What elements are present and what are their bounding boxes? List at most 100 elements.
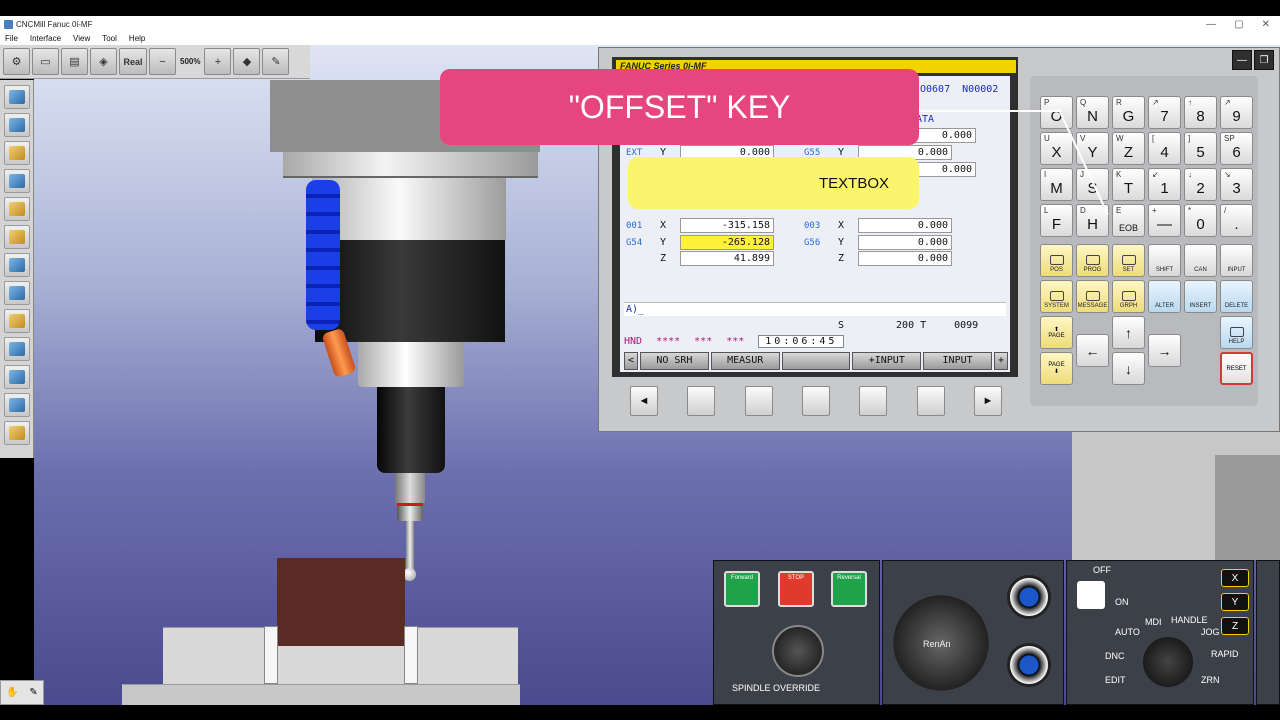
menu-help[interactable]: Help: [129, 34, 145, 43]
axis-select-dial[interactable]: [1007, 575, 1051, 619]
axis-x-button[interactable]: X: [1221, 569, 1249, 587]
key-1-4[interactable]: ] 5: [1184, 132, 1217, 165]
solid-icon[interactable]: [3, 253, 30, 277]
key-2-2[interactable]: KT: [1112, 168, 1145, 201]
page-down-key[interactable]: PAGE ⬇: [1040, 352, 1073, 385]
measure-icon[interactable]: [3, 337, 30, 361]
spindle-override-dial[interactable]: [772, 625, 824, 677]
graph-key[interactable]: GRPH: [1112, 280, 1145, 313]
softkey-plus-input[interactable]: +INPUT: [852, 352, 922, 370]
emergency-key-switch[interactable]: [1077, 581, 1105, 609]
view-icon[interactable]: ▭: [32, 48, 59, 75]
workpiece-icon[interactable]: ◆: [233, 48, 261, 75]
path-icon[interactable]: [3, 281, 30, 305]
key-0-4[interactable]: ↑ 8: [1184, 96, 1217, 129]
panel-minimize-button[interactable]: —: [1232, 50, 1252, 70]
page-up-key[interactable]: ⬆ PAGE: [1040, 316, 1073, 349]
key-3-2[interactable]: E EOB: [1112, 204, 1145, 237]
softkey-next[interactable]: +: [993, 352, 1008, 370]
view-top-icon[interactable]: [3, 169, 30, 193]
key-2-3[interactable]: ↙ 1: [1148, 168, 1181, 201]
hw-softkey-2[interactable]: [744, 386, 773, 416]
key-0-3[interactable]: ↗ 7: [1148, 96, 1181, 129]
hw-softkey-3[interactable]: [801, 386, 830, 416]
tool-icon[interactable]: ▤: [61, 48, 88, 75]
key-1-3[interactable]: [4: [1148, 132, 1181, 165]
softkey-prev[interactable]: <: [624, 352, 638, 370]
softkey-measur[interactable]: MEASUR: [710, 352, 780, 370]
active-offset-cell[interactable]: -265.128: [680, 235, 774, 250]
zoom-out-button[interactable]: −: [149, 48, 176, 75]
key-1-2[interactable]: WZ: [1112, 132, 1145, 165]
zoom-in-button[interactable]: +: [204, 48, 232, 75]
tool-setter-icon[interactable]: [3, 225, 30, 249]
section-icon[interactable]: [3, 309, 30, 333]
hw-softkey-1[interactable]: [687, 386, 716, 416]
mode-selector-dial[interactable]: [1143, 637, 1193, 687]
delete-key[interactable]: DELETE: [1220, 280, 1253, 313]
view-iso-icon[interactable]: [3, 85, 30, 109]
key-3-0[interactable]: LF: [1040, 204, 1073, 237]
stock-icon[interactable]: ◈: [90, 48, 117, 75]
menu-tool[interactable]: Tool: [102, 34, 117, 43]
key-3-5[interactable]: /.: [1220, 204, 1253, 237]
offset-setting-key[interactable]: SET: [1112, 244, 1145, 277]
close-icon[interactable]: ✕: [1262, 19, 1270, 30]
key-2-0[interactable]: IM: [1040, 168, 1073, 201]
cursor-left-key[interactable]: ←: [1076, 334, 1109, 367]
key-0-2[interactable]: RG: [1112, 96, 1145, 129]
key-1-5[interactable]: SP 6: [1220, 132, 1253, 165]
alter-key[interactable]: ALTER: [1148, 280, 1181, 313]
pen-icon[interactable]: ✎: [29, 687, 37, 698]
probe-icon[interactable]: [3, 365, 30, 389]
cursor-down-key[interactable]: ↓: [1112, 352, 1145, 385]
cursor-right-key[interactable]: →: [1148, 334, 1181, 367]
system-key[interactable]: SYSTEM: [1040, 280, 1073, 313]
key-1-0[interactable]: UX: [1040, 132, 1073, 165]
softkey-no-srh[interactable]: NO SRH: [640, 352, 709, 370]
real-mode-button[interactable]: Real: [119, 48, 147, 75]
spindle-stop-button[interactable]: STOP: [778, 571, 814, 607]
edit-icon[interactable]: ✎: [262, 48, 290, 75]
key-2-4[interactable]: ↓ 2: [1184, 168, 1217, 201]
menu-interface[interactable]: Interface: [30, 34, 61, 43]
shift-key[interactable]: SHIFT: [1148, 244, 1181, 277]
view-front-icon[interactable]: [3, 113, 30, 137]
increment-dial[interactable]: [1007, 643, 1051, 687]
ruler-icon[interactable]: [3, 393, 30, 417]
spindle-forward-button[interactable]: Forward: [724, 571, 760, 607]
hand-icon[interactable]: ✋: [6, 687, 18, 698]
hw-softkey-4[interactable]: [859, 386, 888, 416]
hw-softkey-5[interactable]: [916, 386, 945, 416]
open-icon[interactable]: ⚙: [3, 48, 30, 75]
softkey-right-button[interactable]: ►: [973, 386, 1002, 416]
message-key[interactable]: MESSAGE: [1076, 280, 1109, 313]
prog-key[interactable]: PROG: [1076, 244, 1109, 277]
menu-view[interactable]: View: [73, 34, 90, 43]
axis-y-button[interactable]: Y: [1221, 593, 1249, 611]
key-0-5[interactable]: ↗ 9: [1220, 96, 1253, 129]
softkey-input[interactable]: INPUT: [923, 352, 992, 370]
settings-icon[interactable]: [3, 421, 30, 445]
spindle-reverse-button[interactable]: Reversal: [831, 571, 867, 607]
softkey-blank[interactable]: [781, 352, 851, 370]
help-key[interactable]: HELP: [1220, 316, 1253, 349]
input-key[interactable]: INPUT: [1220, 244, 1253, 277]
key-0-0[interactable]: PO: [1040, 96, 1073, 129]
insert-key[interactable]: INSERT: [1184, 280, 1217, 313]
cursor-up-key[interactable]: ↑: [1112, 316, 1145, 349]
reset-key[interactable]: RESET: [1220, 352, 1253, 385]
minimize-icon[interactable]: —: [1206, 19, 1216, 30]
key-3-4[interactable]: * 0: [1184, 204, 1217, 237]
key-3-3[interactable]: + —: [1148, 204, 1181, 237]
panel-restore-button[interactable]: ❐: [1254, 50, 1274, 70]
view-side-icon[interactable]: [3, 141, 30, 165]
key-input-line[interactable]: A)_: [624, 302, 1006, 316]
maximize-icon[interactable]: ▢: [1234, 19, 1243, 30]
corner-toolbox[interactable]: ✋ ✎: [0, 680, 44, 705]
menu-file[interactable]: File: [5, 34, 18, 43]
key-0-1[interactable]: QN: [1076, 96, 1109, 129]
axis-z-button[interactable]: Z: [1221, 617, 1249, 635]
softkey-left-button[interactable]: ◄: [630, 386, 658, 416]
key-2-5[interactable]: ↘ 3: [1220, 168, 1253, 201]
